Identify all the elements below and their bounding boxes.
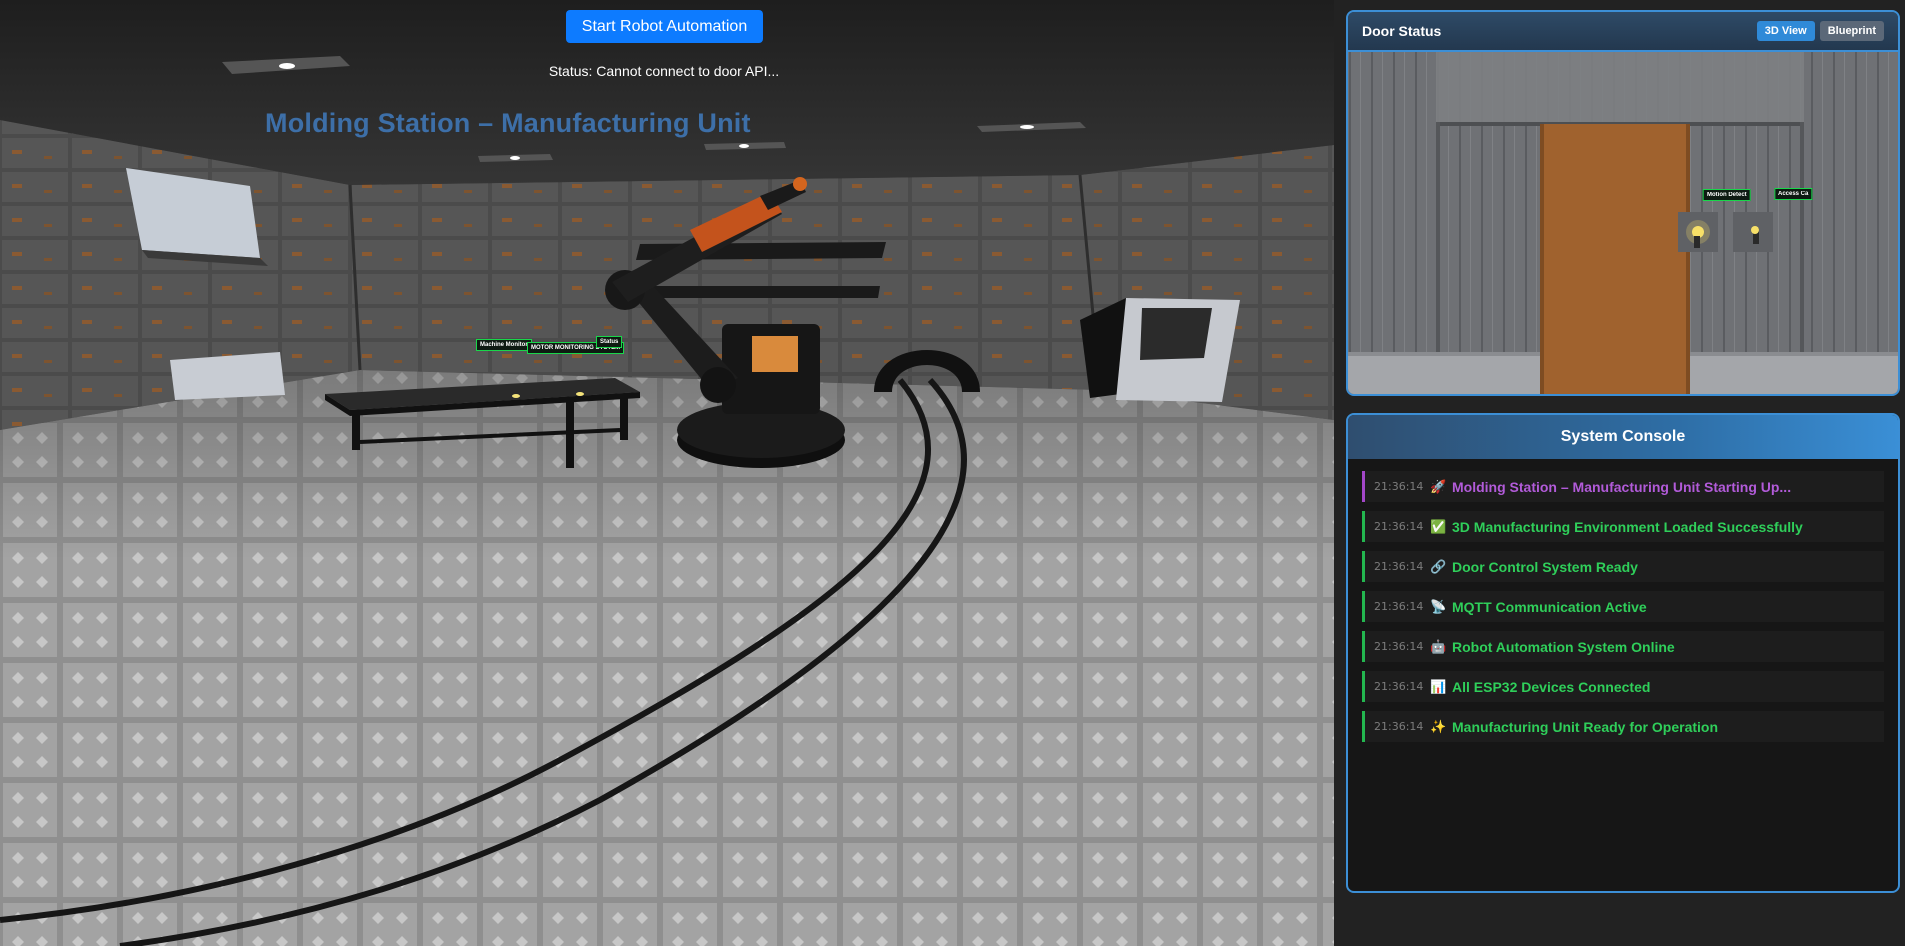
log-message: MQTT Communication Active <box>1452 598 1647 615</box>
link-icon: 🔗 <box>1430 558 1447 574</box>
log-message: Door Control System Ready <box>1452 558 1638 575</box>
antenna-icon: 📡 <box>1430 598 1447 614</box>
machine-monitor-label: Machine Monitor <box>476 339 532 351</box>
log-time: 21:36:14 <box>1374 680 1424 693</box>
status-message: Status: Cannot connect to door API... <box>548 63 780 79</box>
robot-icon: 🤖 <box>1430 638 1447 654</box>
scene-title: Molding Station – Manufacturing Unit <box>265 108 751 138</box>
log-entry: 21:36:14 📡 MQTT Communication Active <box>1362 591 1884 622</box>
log-message: Robot Automation System Online <box>1452 638 1675 655</box>
log-entry: 21:36:14 ✨ Manufacturing Unit Ready for … <box>1362 711 1884 742</box>
log-entry: 21:36:14 🚀 Molding Station – Manufacturi… <box>1362 471 1884 502</box>
3d-view-button[interactable]: 3D View <box>1756 21 1815 41</box>
log-message: Manufacturing Unit Ready for Operation <box>1452 718 1719 735</box>
log-time: 21:36:14 <box>1374 520 1424 533</box>
factory-scene <box>0 0 1334 946</box>
blueprint-button[interactable]: Blueprint <box>1819 21 1884 41</box>
access-control-label: Access Ca <box>1774 188 1813 200</box>
system-console: System Console 21:36:14 🚀 Molding Statio… <box>1346 413 1900 893</box>
door-status-header: Door Status 3D View Blueprint <box>1348 12 1898 52</box>
log-message: 3D Manufacturing Environment Loaded Succ… <box>1452 518 1803 535</box>
start-robot-automation-button[interactable]: Start Robot Automation <box>566 10 763 43</box>
log-entry: 21:36:14 🤖 Robot Automation System Onlin… <box>1362 631 1884 662</box>
door <box>1540 124 1690 394</box>
log-time: 21:36:14 <box>1374 720 1424 733</box>
log-time: 21:36:14 <box>1374 560 1424 573</box>
motion-detect-label: Motion Detect <box>1703 189 1751 201</box>
log-entry: 21:36:14 📊 All ESP32 Devices Connected <box>1362 671 1884 702</box>
status-sign-label: Status <box>596 336 623 348</box>
bar-chart-icon: 📊 <box>1430 678 1447 694</box>
rocket-icon: 🚀 <box>1430 478 1447 494</box>
console-title: System Console <box>1348 415 1898 459</box>
console-log-list: 21:36:14 🚀 Molding Station – Manufacturi… <box>1348 459 1898 742</box>
log-message: All ESP32 Devices Connected <box>1452 678 1651 695</box>
control-terminal <box>1080 298 1240 402</box>
scene-viewport[interactable]: Start Robot Automation Status: Cannot co… <box>0 0 1334 946</box>
sidebar: Door Status 3D View Blueprint Motion Det… <box>1334 0 1905 946</box>
door-3d-view[interactable] <box>1348 52 1898 394</box>
log-time: 21:36:14 <box>1374 640 1424 653</box>
checkmark-icon: ✅ <box>1430 518 1447 534</box>
log-entry: 21:36:14 🔗 Door Control System Ready <box>1362 551 1884 582</box>
log-time: 21:36:14 <box>1374 480 1424 493</box>
log-time: 21:36:14 <box>1374 600 1424 613</box>
log-message: Molding Station – Manufacturing Unit Sta… <box>1452 478 1792 495</box>
door-status-title: Door Status <box>1362 23 1442 39</box>
sparkles-icon: ✨ <box>1430 718 1447 734</box>
door-status-panel: Door Status 3D View Blueprint Motion Det… <box>1346 10 1900 396</box>
log-entry: 21:36:14 ✅ 3D Manufacturing Environment … <box>1362 511 1884 542</box>
